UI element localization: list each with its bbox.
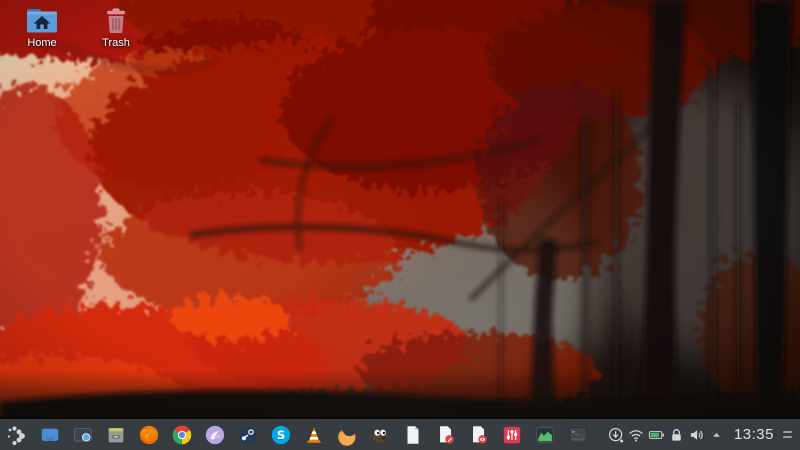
new-document-icon[interactable]: [402, 424, 424, 446]
svg-text:S: S: [277, 428, 286, 442]
document-viewer-icon[interactable]: [468, 424, 490, 446]
clock[interactable]: 13:35: [734, 426, 774, 443]
trash-icon: [101, 7, 131, 35]
screenshot-tool-icon[interactable]: [72, 424, 94, 446]
palemoon-browser-icon[interactable]: [204, 424, 226, 446]
expand-tray-icon[interactable]: [707, 425, 726, 444]
lock-icon[interactable]: [667, 425, 686, 444]
panel-handle-icon[interactable]: [780, 425, 794, 444]
updates-icon[interactable]: [607, 425, 626, 444]
svg-text:>_: >_: [572, 429, 579, 435]
battery-icon[interactable]: [647, 425, 666, 444]
terminal-icon[interactable]: >_: [567, 424, 589, 446]
desktop: Home Trash: [0, 0, 800, 450]
desktop-icon-trash[interactable]: Trash: [88, 7, 144, 49]
document-editor-icon[interactable]: [435, 424, 457, 446]
desktop-icon-home[interactable]: Home: [14, 7, 70, 49]
vlc-icon[interactable]: [303, 424, 325, 446]
skype-icon[interactable]: S: [270, 424, 292, 446]
app-launcher-icon[interactable]: [6, 424, 28, 446]
wallpaper-red-forest: [0, 0, 800, 450]
archive-manager-icon[interactable]: [105, 424, 127, 446]
system-monitor-icon[interactable]: [534, 424, 556, 446]
volume-icon[interactable]: [687, 425, 706, 444]
home-folder-icon: [25, 7, 59, 35]
desktop-icon-label: Trash: [102, 37, 130, 49]
taskbar-panel: S: [0, 419, 800, 450]
steam-icon[interactable]: [237, 424, 259, 446]
gimp-icon[interactable]: [369, 424, 391, 446]
system-tray: [606, 425, 726, 444]
show-desktop-icon[interactable]: [39, 424, 61, 446]
firefox-icon[interactable]: [138, 424, 160, 446]
chrome-icon[interactable]: [171, 424, 193, 446]
clementine-player-icon[interactable]: [336, 424, 358, 446]
audio-mixer-icon[interactable]: [501, 424, 523, 446]
desktop-icon-label: Home: [27, 37, 56, 49]
wifi-icon[interactable]: [627, 425, 646, 444]
